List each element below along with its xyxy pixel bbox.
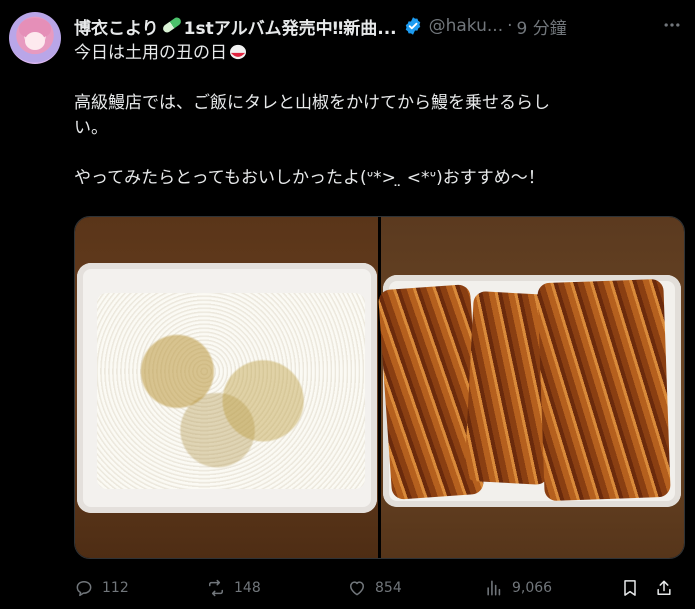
reply-button[interactable]: 112 [74, 571, 129, 605]
grilled-eel-piece [537, 278, 671, 502]
rice-ball-emoji-icon [230, 44, 246, 60]
share-icon [657, 580, 671, 595]
share-button[interactable] [654, 571, 682, 605]
post-text: 今日は土用の丑の日 高級鰻店では、ご飯にタレと山椒をかけてから鰻を乗せるらし い… [74, 41, 674, 191]
capsule-emoji-icon [161, 15, 183, 35]
bookmark-icon [624, 580, 636, 596]
view-count: 9,066 [512, 580, 553, 596]
sauced-rice [97, 293, 365, 489]
views-button[interactable]: 9,066 [484, 571, 552, 605]
verified-badge-icon [405, 17, 420, 35]
photo-rice-with-sauce[interactable] [75, 217, 378, 558]
repost-count: 148 [234, 580, 261, 596]
avatar[interactable] [9, 12, 61, 64]
like-button[interactable]: 854 [347, 571, 402, 605]
repost-icon [209, 579, 223, 597]
post-actions: 112 148 854 9,066 [74, 571, 687, 605]
separator-dot: · [507, 16, 513, 36]
post-text-line: 高級鰻店では、ご飯にタレと山椒をかけてから鰻を乗せるらし [74, 93, 550, 113]
more-button[interactable] [661, 14, 683, 36]
reply-icon [76, 581, 92, 597]
post-text-line [74, 66, 674, 91]
post-text-line: 今日は土用の丑の日 [74, 41, 674, 66]
post-text-line: やってみたらとってもおいしかったよ(ᐡ*> ̤ <*ᐡ)おすすめ～！ [74, 168, 545, 188]
post-timestamp[interactable]: 9 分鐘 [517, 14, 567, 39]
post-header: 博衣こより 1stアルバム発売中‼新曲... @haku... · 9 分鐘 [74, 13, 684, 39]
post-text-line [74, 141, 674, 166]
media-grid [74, 216, 685, 559]
post-text-line: い。 [74, 118, 108, 138]
display-name[interactable]: 博衣こより [74, 14, 159, 39]
views-icon [487, 580, 501, 596]
more-icon [664, 23, 680, 27]
like-count: 854 [375, 580, 402, 596]
display-name-suffix[interactable]: 1stアルバム発売中‼新曲... [184, 14, 397, 39]
like-icon [350, 581, 364, 596]
repost-button[interactable]: 148 [206, 571, 261, 605]
bookmark-button[interactable] [620, 571, 648, 605]
reply-count: 112 [102, 580, 129, 596]
user-handle[interactable]: @haku... [429, 16, 504, 36]
photo-unagi-on-rice[interactable] [377, 217, 684, 558]
